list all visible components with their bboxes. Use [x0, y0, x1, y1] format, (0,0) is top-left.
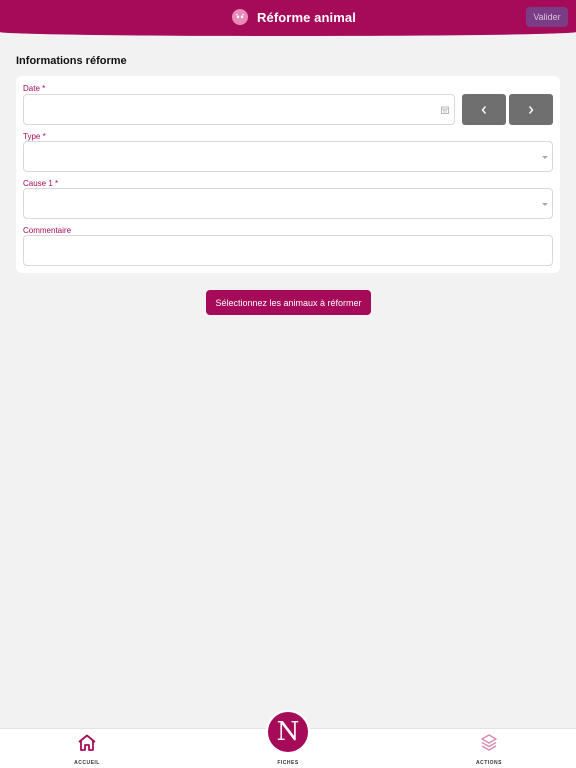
previous-date-button[interactable]: [462, 94, 506, 125]
type-select[interactable]: [23, 141, 553, 172]
chevron-down-icon: [542, 156, 548, 159]
commentaire-input[interactable]: [23, 235, 553, 266]
page-title: Réforme animal: [257, 9, 356, 25]
chevron-right-icon: [528, 105, 534, 114]
select-animals-button[interactable]: Sélectionnez les animaux à réformer: [206, 290, 371, 315]
section-title: Informations réforme: [16, 55, 127, 67]
nav-label-accueil: ACCUEIL: [74, 760, 100, 766]
type-label: Type *: [23, 132, 46, 141]
home-icon: [78, 734, 96, 751]
logo-n-icon: N: [276, 717, 300, 747]
chevron-left-icon: [481, 105, 487, 114]
cow-logo-icon: [232, 9, 248, 25]
app-header: Réforme animal Valider: [0, 0, 576, 36]
header-title-group: Réforme animal: [232, 8, 356, 26]
valider-button[interactable]: Valider: [526, 7, 568, 27]
cause1-label: Cause 1 *: [23, 179, 59, 188]
date-label: Date *: [23, 84, 46, 93]
nav-item-actions[interactable]: ACTIONS: [459, 729, 519, 768]
layers-icon: [481, 734, 497, 751]
nav-label-actions: ACTIONS: [476, 760, 502, 766]
reforme-form-card: Date * Type * Cause 1 * Commentaire: [16, 76, 560, 273]
calendar-icon: [441, 106, 449, 114]
commentaire-label: Commentaire: [23, 226, 72, 235]
chevron-down-icon: [542, 203, 548, 206]
fiches-logo-button[interactable]: N: [266, 710, 310, 754]
next-date-button[interactable]: [509, 94, 553, 125]
date-field[interactable]: [23, 94, 455, 125]
cause1-select[interactable]: [23, 188, 553, 219]
nav-label-fiches: FICHES: [277, 760, 299, 766]
nav-item-accueil[interactable]: ACCUEIL: [57, 729, 117, 768]
